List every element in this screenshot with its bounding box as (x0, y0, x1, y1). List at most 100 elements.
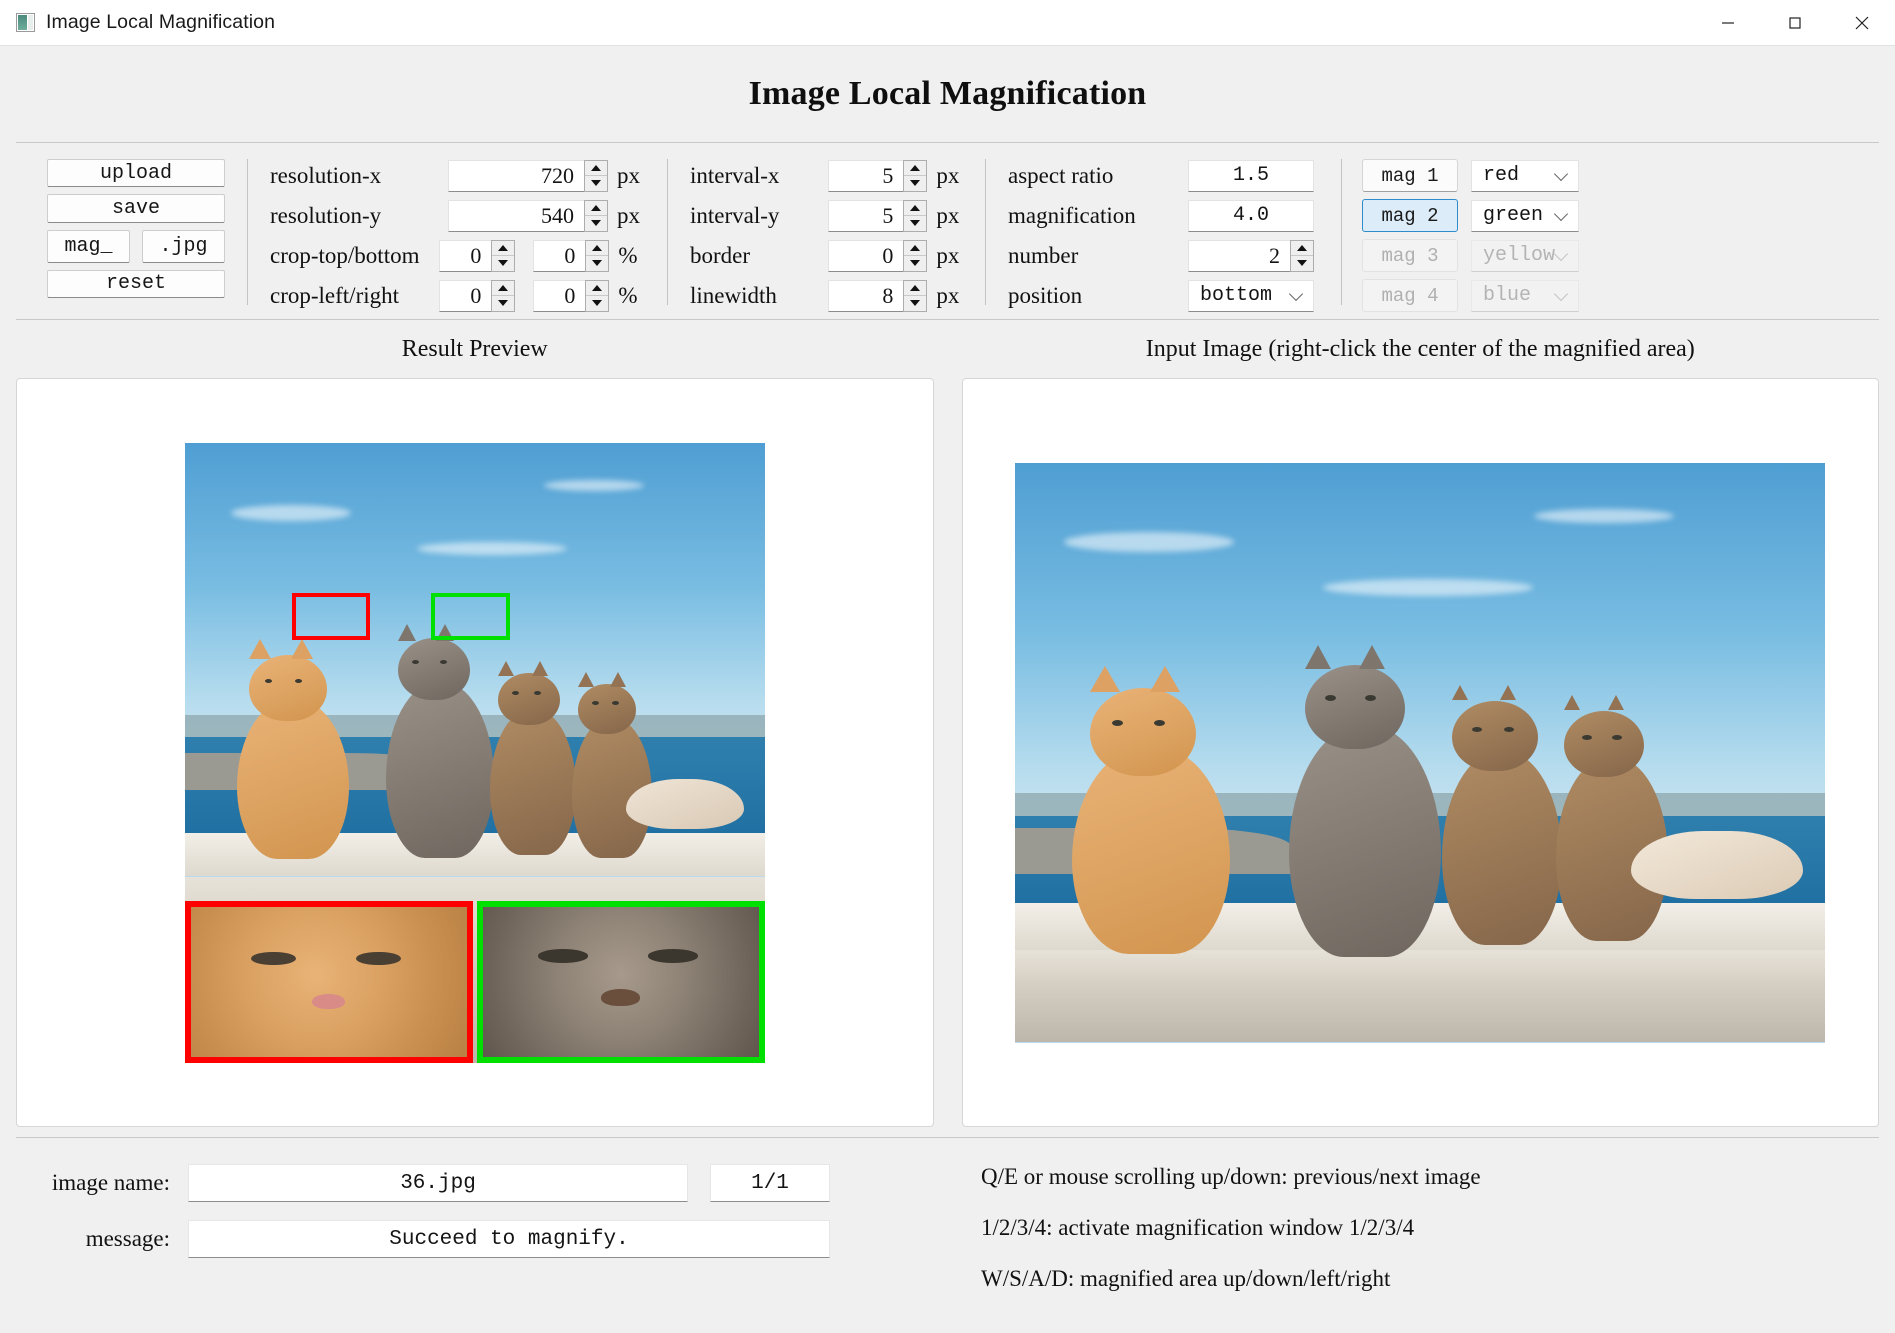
spinner-down-icon[interactable] (904, 216, 926, 231)
resolution-x-spinner[interactable] (584, 159, 608, 192)
interval-y-spinner[interactable] (903, 199, 928, 232)
spinner-down-icon[interactable] (586, 296, 608, 311)
linewidth-input[interactable]: 8 (828, 279, 904, 312)
chevron-down-icon (1553, 246, 1569, 261)
resolution-y-unit: px (617, 202, 640, 228)
file-extension-input[interactable]: .jpg (142, 229, 225, 263)
spinner-up-icon[interactable] (904, 201, 927, 216)
resolution-y-stepper[interactable]: 540 (448, 199, 608, 232)
spinner-up-icon[interactable] (585, 201, 607, 216)
resolution-y-spinner[interactable] (584, 199, 608, 232)
window-title: Image Local Magnification (46, 11, 276, 33)
mag-2-color-select[interactable]: green (1471, 199, 1579, 232)
crop-right-stepper[interactable]: 0 (533, 279, 610, 312)
crop-top-bottom-row: crop-top/bottom 0 0 % (270, 239, 645, 272)
spinner-up-icon[interactable] (492, 281, 515, 296)
resolution-y-input[interactable]: 540 (448, 199, 584, 232)
result-preview-caption: Result Preview (401, 335, 548, 362)
input-image-column: Input Image (right-click the center of t… (961, 320, 1879, 1137)
number-spinner[interactable] (1290, 239, 1314, 272)
spinner-down-icon[interactable] (492, 256, 514, 271)
close-button[interactable] (1828, 0, 1895, 45)
save-button[interactable]: save (47, 194, 225, 223)
spinner-up-icon[interactable] (904, 241, 927, 256)
resolution-x-input[interactable]: 720 (448, 159, 584, 192)
spinner-down-icon[interactable] (904, 296, 926, 311)
crop-top-bottom-unit: % (618, 242, 638, 268)
selection-box-red[interactable] (292, 592, 371, 640)
selection-box-green[interactable] (431, 592, 510, 640)
crop-right-input[interactable]: 0 (533, 279, 586, 312)
spinner-up-icon[interactable] (586, 241, 609, 256)
mag-window-row-1: mag 1 red (1362, 159, 1579, 192)
spinner-up-icon[interactable] (904, 281, 927, 296)
position-select[interactable]: bottom (1188, 279, 1314, 312)
spinner-down-icon[interactable] (1291, 256, 1313, 271)
mag-1-button[interactable]: mag 1 (1362, 159, 1459, 192)
crop-right-spinner[interactable] (585, 279, 610, 312)
linewidth-spinner[interactable] (903, 279, 928, 312)
cat-tabby-1 (382, 616, 502, 859)
spinner-up-icon[interactable] (585, 161, 607, 176)
number-input[interactable]: 2 (1188, 239, 1290, 272)
aspect-ratio-input[interactable]: 1.5 (1188, 159, 1314, 192)
upload-button[interactable]: upload (47, 159, 225, 188)
spinner-down-icon[interactable] (585, 216, 607, 231)
number-stepper[interactable]: 2 (1188, 239, 1314, 272)
interval-x-stepper[interactable]: 5 (828, 159, 928, 192)
crop-left-stepper[interactable]: 0 (439, 279, 516, 312)
border-stepper[interactable]: 0 (828, 239, 928, 272)
spinner-down-icon[interactable] (586, 256, 608, 271)
spinner-down-icon[interactable] (585, 176, 607, 191)
crop-bottom-spinner[interactable] (585, 239, 610, 272)
crop-left-input[interactable]: 0 (439, 279, 492, 312)
resolution-x-stepper[interactable]: 720 (448, 159, 608, 192)
spinner-down-icon[interactable] (904, 176, 926, 191)
interval-x-spinner[interactable] (903, 159, 928, 192)
interval-x-unit: px (936, 162, 960, 188)
aspect-ratio-label: aspect ratio (1008, 162, 1114, 188)
crop-top-spinner[interactable] (491, 239, 516, 272)
spinner-up-icon[interactable] (586, 281, 609, 296)
magnification-input[interactable]: 4.0 (1188, 199, 1314, 232)
filename-prefix-input[interactable]: mag_ (47, 229, 130, 263)
crop-top-input[interactable]: 0 (439, 239, 492, 272)
maximize-button[interactable] (1761, 0, 1828, 45)
crop-top-stepper[interactable]: 0 (439, 239, 516, 272)
interval-group: interval-x 5 px interval-y 5 px border 0… (667, 159, 985, 312)
linewidth-unit: px (936, 282, 960, 308)
interval-y-stepper[interactable]: 5 (828, 199, 928, 232)
application-window: Image Local Magnification Image Local Ma… (0, 0, 1895, 1333)
mag-window-row-3: mag 3 yellow (1362, 239, 1579, 272)
position-select-value: bottom (1200, 284, 1273, 307)
border-input[interactable]: 0 (828, 239, 904, 272)
spinner-down-icon[interactable] (904, 256, 926, 271)
image-name-row: image name: 36.jpg 1/1 (16, 1164, 951, 1202)
cat-lying (625, 765, 746, 835)
image-name-input[interactable]: 36.jpg (188, 1164, 688, 1202)
mag-1-color-select[interactable]: red (1471, 159, 1579, 192)
spinner-up-icon[interactable] (492, 241, 515, 256)
crop-bottom-stepper[interactable]: 0 (533, 239, 610, 272)
chevron-down-icon (1288, 286, 1304, 301)
linewidth-stepper[interactable]: 8 (828, 279, 928, 312)
mag-2-color-value: green (1483, 204, 1544, 227)
minimize-button[interactable] (1694, 0, 1761, 45)
reset-button[interactable]: reset (47, 269, 225, 298)
border-spinner[interactable] (903, 239, 928, 272)
spinner-up-icon[interactable] (904, 161, 927, 176)
mag-2-button[interactable]: mag 2 (1362, 199, 1459, 232)
spinner-down-icon[interactable] (492, 296, 514, 311)
crop-bottom-input[interactable]: 0 (533, 239, 586, 272)
spinner-up-icon[interactable] (1291, 241, 1313, 256)
interval-x-input[interactable]: 5 (828, 159, 904, 192)
interval-y-unit: px (936, 202, 960, 228)
magnified-strip (184, 901, 765, 1063)
result-preview-canvas[interactable] (16, 378, 934, 1127)
interval-y-input[interactable]: 5 (828, 199, 904, 232)
crop-top-bottom-label: crop-top/bottom (270, 242, 420, 268)
crop-left-spinner[interactable] (491, 279, 516, 312)
input-image-canvas[interactable] (961, 378, 1879, 1127)
shortcut-hints: Q/E or mouse scrolling up/down: previous… (951, 1138, 1879, 1333)
result-preview-column: Result Preview (16, 320, 934, 1137)
